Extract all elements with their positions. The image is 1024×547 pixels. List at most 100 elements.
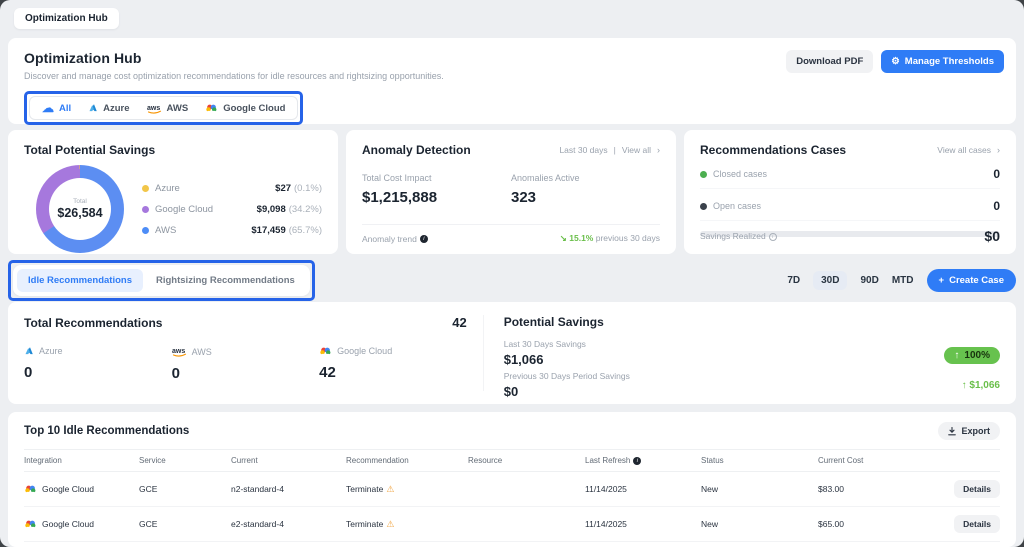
period-7d[interactable]: 7D <box>787 275 800 286</box>
closed-cases-dot <box>700 170 707 178</box>
cloud-sync-icon: ☁ <box>42 101 54 115</box>
anomaly-card-title: Anomaly Detection <box>362 143 471 157</box>
idle-recommendations-table-card: Top 10 Idle Recommendations Export Integ… <box>8 412 1016 547</box>
anomaly-range-label[interactable]: Last 30 days <box>559 145 607 155</box>
savings-realized-label: Savings Realized i <box>700 231 777 241</box>
recommendation-tabs: Idle Recommendations Rightsizing Recomme… <box>13 264 310 296</box>
period-mtd[interactable]: MTD <box>892 275 914 286</box>
total-potential-savings-card: Total Potential Savings Total $26,584 Az… <box>8 130 338 254</box>
open-cases-row: Open cases 0 <box>700 199 1000 221</box>
summary-card: Total Recommendations 42 Azure 0 aws AWS… <box>8 302 1016 404</box>
savings-realized-value: $0 <box>984 228 1000 244</box>
download-pdf-button[interactable]: Download PDF <box>786 50 874 73</box>
filter-aws[interactable]: aws AWS <box>147 103 189 114</box>
anomalies-active-stat: Anomalies Active 323 <box>511 173 580 206</box>
provider-aws: aws AWS 0 <box>171 346 212 383</box>
period-90d[interactable]: 90D <box>860 275 878 286</box>
azure-logo-icon <box>88 103 98 113</box>
savings-legend: Azure $27 (0.1%) Google Cloud $9,098 (34… <box>142 183 322 236</box>
warning-icon: ⚠ <box>386 518 395 529</box>
potential-savings-title: Potential Savings <box>503 315 604 329</box>
filter-azure[interactable]: Azure <box>88 103 130 114</box>
table-row: Google Cloud GCE e2-standard-4 Terminate… <box>24 542 1000 547</box>
svg-text:aws: aws <box>172 348 185 355</box>
details-button[interactable]: Details <box>954 515 1000 533</box>
recommendations-cases-card: Recommendations Cases View all cases › C… <box>684 130 1016 254</box>
donut-center-label: Total <box>73 198 87 205</box>
anomaly-trend-label: Anomaly trend i <box>362 234 428 244</box>
total-recommendations-panel: Total Recommendations 42 Azure 0 aws AWS… <box>24 315 483 391</box>
plus-icon: + <box>938 274 945 286</box>
tabs-toolbar: Idle Recommendations Rightsizing Recomme… <box>8 259 1016 301</box>
azure-logo-icon <box>24 346 34 356</box>
anomaly-view-all-link[interactable]: View all <box>622 145 651 155</box>
export-icon <box>948 426 957 436</box>
top-bar: Optimization Hub <box>0 0 1024 36</box>
details-button[interactable]: Details <box>954 480 1000 498</box>
donut-center-value: $26,584 <box>57 206 103 220</box>
last-30-days-value: $1,066 <box>503 352 544 367</box>
breadcrumb-tab[interactable]: Optimization Hub <box>14 7 119 29</box>
annotation-box-tabs: Idle Recommendations Rightsizing Recomme… <box>8 259 315 301</box>
period-30d[interactable]: 30D <box>813 270 848 290</box>
provider-filter-group: ☁ All Azure aws AWS Google Cloud <box>29 96 299 120</box>
total-recommendations-count: 42 <box>452 315 467 330</box>
provider-google-cloud: Google Cloud 42 <box>319 346 393 381</box>
table-row: Google Cloud GCE n2-standard-4 Terminate… <box>24 472 1000 507</box>
warning-icon: ⚠ <box>386 483 395 494</box>
savings-delta: ↑ $1,066 <box>961 380 1000 391</box>
google-cloud-logo-icon <box>24 484 37 494</box>
svg-text:aws: aws <box>147 105 160 112</box>
previous-period-label: Previous 30 Days Period Savings <box>503 371 630 381</box>
potential-savings-panel: Potential Savings Last 30 Days Savings $… <box>482 315 1000 399</box>
google-cloud-logo-icon <box>319 346 332 356</box>
azure-dot <box>142 184 149 192</box>
kpi-cards-row: Total Potential Savings Total $26,584 Az… <box>8 130 1016 254</box>
info-icon: i <box>419 235 428 244</box>
google-cloud-dot <box>142 205 149 213</box>
optimization-hub-screen: Optimization Hub Optimization Hub Discov… <box>0 0 1024 547</box>
header-card: Optimization Hub Discover and manage cos… <box>8 38 1016 125</box>
tab-rightsizing-recommendations[interactable]: Rightsizing Recommendations <box>145 269 306 292</box>
savings-change-badge: ↑ 100% <box>944 347 1000 364</box>
aws-logo-icon: aws <box>147 103 162 114</box>
savings-donut-chart: Total $26,584 <box>36 165 124 253</box>
aws-dot <box>142 226 149 234</box>
period-selector: 7D 30D 90D MTD + Create Case <box>787 268 1016 292</box>
aws-logo-icon: aws <box>172 346 187 357</box>
previous-period-value: $0 <box>503 384 519 399</box>
filter-all[interactable]: ☁ All <box>42 102 71 114</box>
legend-item-azure: Azure $27 (0.1%) <box>142 183 322 194</box>
closed-cases-row: Closed cases 0 <box>700 167 1000 189</box>
legend-item-google-cloud: Google Cloud $9,098 (34.2%) <box>142 204 322 215</box>
arrow-up-icon: ↑ <box>961 380 967 391</box>
last-30-days-label: Last 30 Days Savings <box>503 339 586 349</box>
savings-card-title: Total Potential Savings <box>24 143 156 157</box>
info-icon: i <box>768 232 777 241</box>
header-actions: Download PDF ⚙ Manage Thresholds <box>786 50 1004 73</box>
create-case-button[interactable]: + Create Case <box>926 268 1016 292</box>
google-cloud-logo-icon <box>24 519 37 529</box>
cases-card-title: Recommendations Cases <box>700 143 847 157</box>
anomaly-detection-card: Anomaly Detection Last 30 days | View al… <box>346 130 676 254</box>
manage-thresholds-button[interactable]: ⚙ Manage Thresholds <box>881 50 1004 73</box>
chevron-right-icon: › <box>997 145 1000 155</box>
legend-item-aws: AWS $17,459 (65.7%) <box>142 225 322 236</box>
table-title: Top 10 Idle Recommendations <box>24 425 190 437</box>
table-header-row: Integration Service Current Recommendati… <box>24 449 1000 472</box>
total-recommendations-title: Total Recommendations <box>24 316 163 330</box>
trend-down-icon: ↘ <box>559 233 567 243</box>
total-cost-impact-stat: Total Cost Impact $1,215,888 <box>362 173 438 206</box>
export-button[interactable]: Export <box>938 422 1000 440</box>
anomaly-trend-value: ↘ 15.1% previous 30 days <box>559 233 660 243</box>
gear-icon: ⚙ <box>891 56 900 67</box>
chevron-right-icon: › <box>657 145 660 155</box>
view-all-cases-link[interactable]: View all cases <box>937 145 991 155</box>
filter-google-cloud[interactable]: Google Cloud <box>205 103 285 114</box>
info-icon: i <box>633 456 642 465</box>
arrow-up-icon: ↑ <box>954 350 960 361</box>
google-cloud-logo-icon <box>205 103 218 113</box>
open-cases-dot <box>700 202 707 210</box>
provider-azure: Azure 0 <box>24 346 63 381</box>
tab-idle-recommendations[interactable]: Idle Recommendations <box>17 268 143 292</box>
